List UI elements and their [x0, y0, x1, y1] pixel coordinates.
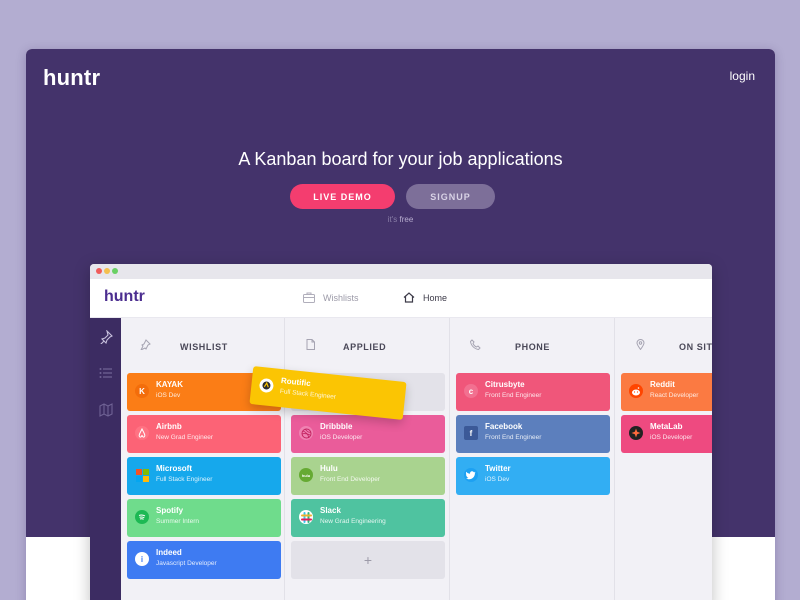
app-header: huntr Wishlists Home	[90, 279, 712, 318]
slack-icon	[299, 510, 313, 524]
routific-icon	[258, 377, 275, 394]
card-role: Front End Developer	[320, 476, 380, 483]
card-company: Airbnb	[156, 422, 182, 431]
app-logo[interactable]: huntr	[104, 288, 145, 306]
document-icon	[306, 339, 315, 350]
card-company: KAYAK	[156, 380, 183, 389]
column-header: PHONE	[451, 318, 615, 370]
kayak-icon: K	[135, 384, 149, 398]
nav-wishlists-label: Wishlists	[323, 292, 359, 303]
job-card-indeed[interactable]: i Indeed Javascript Developer	[127, 541, 281, 579]
hulu-icon: hulu	[299, 468, 313, 482]
card-role: Full Stack Engineer	[279, 387, 337, 401]
job-card-twitter[interactable]: Twitter iOS Dev	[456, 457, 610, 495]
card-role: Front End Engineer	[485, 392, 542, 399]
card-role: iOS Dev	[156, 392, 181, 399]
column-title: PHONE	[515, 342, 551, 352]
nav-home-label: Home	[423, 292, 448, 303]
briefcase-icon	[303, 292, 315, 303]
app-preview: huntr Wishlists Home WISHLIST K KAYAK iO…	[90, 264, 712, 600]
landing-page: huntr login A Kanban board for your job …	[26, 49, 775, 600]
card-company: Facebook	[485, 422, 523, 431]
job-card-hulu[interactable]: hulu Hulu Front End Developer	[291, 457, 445, 495]
map-icon[interactable]	[99, 403, 113, 417]
card-company: Dribbble	[320, 422, 353, 431]
twitter-icon	[464, 468, 478, 482]
column-header: WISHLIST	[121, 318, 285, 370]
card-company: Reddit	[650, 380, 675, 389]
column-wishlist: WISHLIST K KAYAK iOS Dev Airbnb New Grad…	[121, 318, 285, 600]
minimize-dot-icon[interactable]	[104, 268, 110, 274]
site-logo[interactable]: huntr	[43, 65, 100, 91]
job-card-slack[interactable]: Slack New Grad Engineering	[291, 499, 445, 537]
card-role: iOS Developer	[320, 434, 363, 441]
job-card-reddit[interactable]: Reddit React Developer	[621, 373, 712, 411]
phone-icon	[470, 339, 481, 350]
maximize-dot-icon[interactable]	[112, 268, 118, 274]
window-titlebar	[90, 264, 712, 279]
facebook-icon: f	[464, 426, 478, 440]
card-company: Hulu	[320, 464, 338, 473]
citrusbyte-icon: c	[464, 384, 478, 398]
job-card-citrusbyte[interactable]: c Citrusbyte Front End Engineer	[456, 373, 610, 411]
column-header: APPLIED	[286, 318, 450, 370]
job-card-facebook[interactable]: f Facebook Front End Engineer	[456, 415, 610, 453]
column-applied: APPLIED Dribbble iOS Developer hulu Hulu…	[286, 318, 450, 600]
job-card-metalab[interactable]: MetaLab iOS Developer	[621, 415, 712, 453]
airbnb-icon	[135, 426, 149, 440]
home-icon	[403, 292, 415, 303]
card-company: MetaLab	[650, 422, 683, 431]
column-title: ON SITE	[679, 342, 712, 352]
signup-button[interactable]: SIGNUP	[406, 184, 495, 209]
metalab-icon	[629, 426, 643, 440]
free-note: it's free	[26, 215, 775, 224]
card-company: Citrusbyte	[485, 380, 525, 389]
live-demo-button[interactable]: LIVE DEMO	[290, 184, 395, 209]
card-company: Microsoft	[156, 464, 192, 473]
dribbble-icon	[299, 426, 313, 440]
pin-icon[interactable]	[99, 330, 113, 344]
indeed-icon: i	[135, 552, 149, 566]
add-job-button[interactable]: +	[291, 541, 445, 579]
card-company: Twitter	[485, 464, 511, 473]
card-role: React Developer	[650, 392, 699, 399]
card-company: Routific	[280, 376, 312, 389]
close-dot-icon[interactable]	[96, 268, 102, 274]
spotify-icon	[135, 510, 149, 524]
column-title: WISHLIST	[180, 342, 228, 352]
column-phone: PHONE c Citrusbyte Front End Engineer f …	[451, 318, 615, 600]
free-prefix: it's	[387, 215, 398, 224]
nav-wishlists[interactable]: Wishlists	[303, 292, 359, 303]
hero-tagline: A Kanban board for your job applications	[238, 149, 563, 169]
card-role: New Grad Engineering	[320, 518, 386, 525]
card-company: Spotify	[156, 506, 184, 515]
microsoft-icon	[135, 468, 149, 482]
column-header: ON SITE	[616, 318, 712, 370]
free-word: free	[399, 215, 414, 224]
pin-icon	[140, 339, 151, 350]
list-icon[interactable]	[99, 366, 113, 380]
app-sidebar	[90, 318, 121, 600]
card-role: Javascript Developer	[156, 560, 217, 567]
job-card-airbnb[interactable]: Airbnb New Grad Engineer	[127, 415, 281, 453]
column-onsite: ON SITE Reddit React Developer MetaLab i…	[616, 318, 712, 600]
job-card-spotify[interactable]: Spotify Summer Intern	[127, 499, 281, 537]
card-role: iOS Developer	[650, 434, 693, 441]
job-card-dribbble[interactable]: Dribbble iOS Developer	[291, 415, 445, 453]
column-title: APPLIED	[343, 342, 387, 352]
job-card-microsoft[interactable]: Microsoft Full Stack Engineer	[127, 457, 281, 495]
reddit-icon	[629, 384, 643, 398]
card-role: Summer Intern	[156, 518, 199, 525]
card-role: Full Stack Engineer	[156, 476, 213, 483]
card-company: Slack	[320, 506, 341, 515]
login-link[interactable]: login	[730, 69, 755, 83]
card-role: New Grad Engineer	[156, 434, 214, 441]
card-role: iOS Dev	[485, 476, 510, 483]
card-role: Front End Engineer	[485, 434, 542, 441]
location-pin-icon	[636, 339, 645, 350]
card-company: Indeed	[156, 548, 182, 557]
nav-home[interactable]: Home	[403, 292, 447, 303]
